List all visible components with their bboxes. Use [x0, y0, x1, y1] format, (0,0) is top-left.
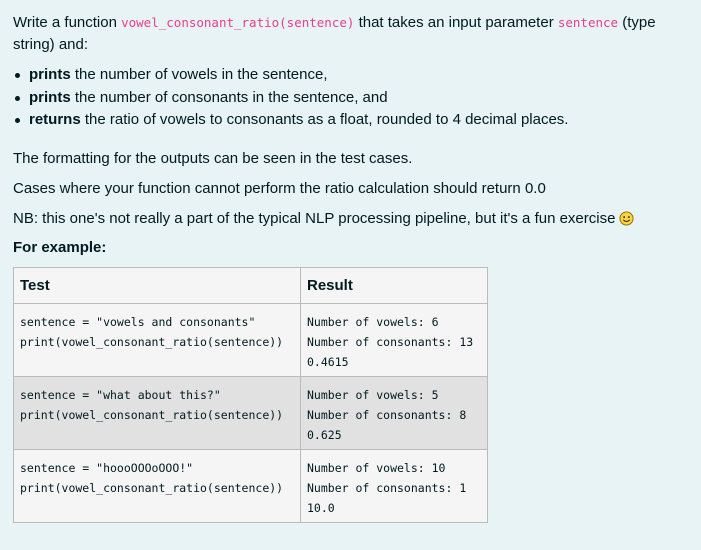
cases-paragraph: Cases where your function cannot perform…	[13, 180, 546, 197]
intro-middle: that takes an input parameter	[354, 14, 558, 31]
bullet-bold: prints	[29, 66, 71, 83]
table-row: sentence = "hoooOOOoOOO!" print(vowel_co…	[13, 449, 488, 523]
note-text: NB: this one's not really a part of the …	[13, 210, 616, 227]
test-cell: sentence = "vowels and consonants" print…	[13, 303, 301, 377]
header-test: Test	[13, 267, 301, 304]
question-intro: Write a function vowel_consonant_ratio(s…	[13, 12, 683, 56]
note-paragraph: NB: this one's not really a part of the …	[13, 209, 693, 229]
result-cell: Number of vowels: 10 Number of consonant…	[300, 449, 488, 523]
table-row: sentence = "vowels and consonants" print…	[13, 303, 488, 377]
bullet-text: the number of consonants in the sentence…	[70, 88, 388, 106]
question-panel: Write a function vowel_consonant_ratio(s…	[0, 0, 701, 550]
list-item: prints the number of consonants in the s…	[15, 87, 699, 110]
bullet-bold: prints	[29, 88, 71, 106]
test-cell: sentence = "hoooOOOoOOO!" print(vowel_co…	[13, 449, 301, 523]
table-row: sentence = "what about this?" print(vowe…	[13, 376, 488, 450]
bullet-bold: returns	[29, 111, 81, 128]
function-signature: vowel_consonant_ratio(sentence)	[121, 15, 355, 30]
requirements-list: prints the number of vowels in the sente…	[13, 64, 699, 132]
header-result: Result	[300, 267, 488, 304]
list-item: prints the number of vowels in the sente…	[15, 64, 699, 87]
result-cell: Number of vowels: 6 Number of consonants…	[300, 303, 488, 377]
bullet-text: the ratio of vowels to consonants as a f…	[80, 111, 569, 128]
examples-table: Test Result sentence = "vowels and conso…	[13, 267, 488, 523]
example-heading: For example:	[13, 239, 107, 256]
param-name: sentence	[557, 15, 619, 30]
intro-prefix: Write a function	[13, 14, 122, 31]
smiley-face-icon	[619, 211, 634, 226]
test-cell: sentence = "what about this?" print(vowe…	[13, 376, 301, 450]
bullet-text: the number of vowels in the sentence,	[70, 66, 328, 83]
list-item: returns the ratio of vowels to consonant…	[15, 109, 699, 132]
result-cell: Number of vowels: 5 Number of consonants…	[300, 376, 488, 450]
formatting-paragraph: The formatting for the outputs can be se…	[13, 150, 413, 167]
